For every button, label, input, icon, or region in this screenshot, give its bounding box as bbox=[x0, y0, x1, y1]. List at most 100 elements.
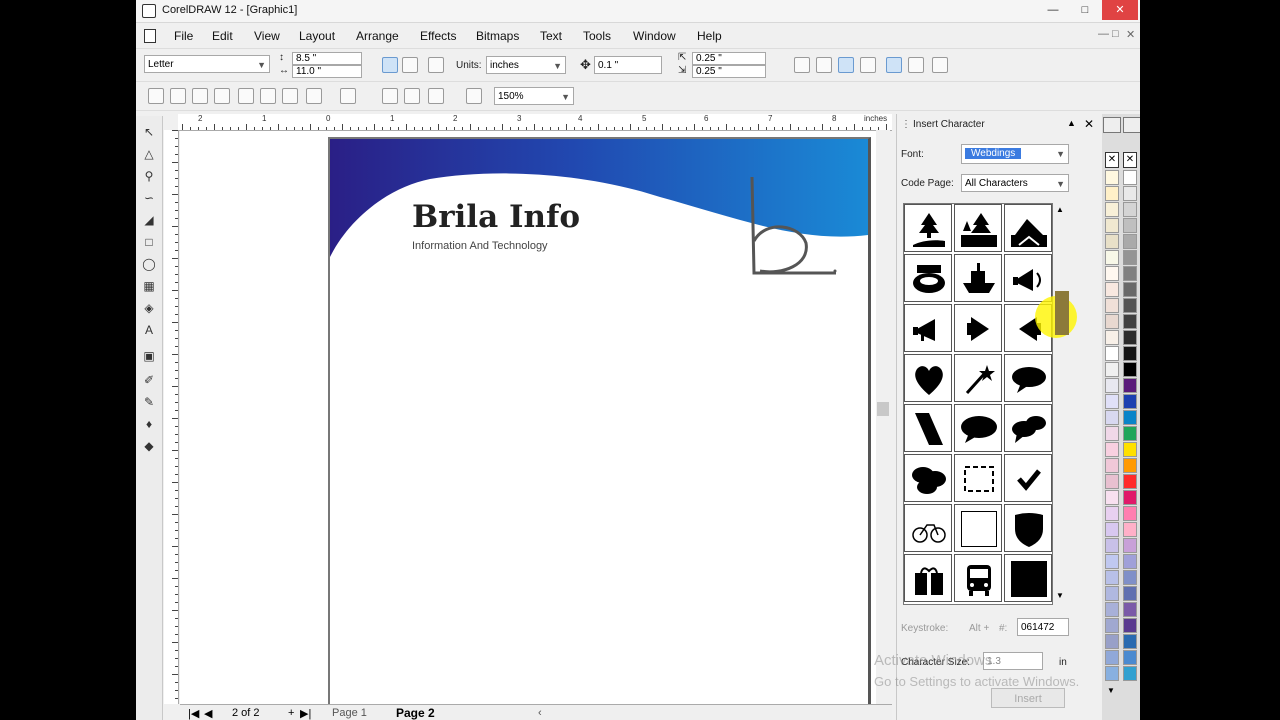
keystroke-input[interactable]: 061472 bbox=[1017, 618, 1069, 636]
megaphone-glyph-icon[interactable] bbox=[904, 304, 952, 352]
vertical-ruler[interactable] bbox=[164, 130, 179, 704]
minimize-button[interactable]: — bbox=[1038, 0, 1068, 20]
drawing-canvas[interactable]: Brila Info Information And Technology bbox=[180, 131, 890, 706]
color-swatch[interactable] bbox=[1123, 218, 1137, 233]
import-icon[interactable] bbox=[382, 88, 398, 104]
app-icon[interactable] bbox=[142, 4, 156, 18]
treat-as-filled-button[interactable] bbox=[794, 57, 810, 73]
color-swatch[interactable] bbox=[1123, 490, 1137, 505]
graph-paper-tool-icon[interactable]: ▦ bbox=[141, 278, 157, 294]
color-swatch[interactable] bbox=[1123, 458, 1137, 473]
color-swatch[interactable] bbox=[1123, 234, 1137, 249]
zoom-select[interactable]: 150% ▼ bbox=[494, 87, 574, 105]
color-swatch[interactable] bbox=[1105, 570, 1119, 585]
previous-page-button[interactable]: ◀ bbox=[204, 707, 212, 720]
scroll-up-icon[interactable]: ▲ bbox=[1056, 205, 1064, 214]
no-fill-swatch[interactable]: ✕ bbox=[1123, 152, 1137, 168]
ship-glyph-icon[interactable] bbox=[954, 254, 1002, 302]
color-swatch[interactable] bbox=[1123, 298, 1137, 313]
no-fill-swatch[interactable]: ✕ bbox=[1105, 152, 1119, 168]
undo-icon[interactable] bbox=[306, 88, 322, 104]
snap-grid-button[interactable] bbox=[816, 57, 832, 73]
color-swatch[interactable] bbox=[1123, 186, 1137, 201]
code-page-select[interactable]: All Characters ▼ bbox=[961, 174, 1069, 192]
basic-shapes-tool-icon[interactable]: ◈ bbox=[141, 300, 157, 316]
page-width-input[interactable]: 8.5 " bbox=[292, 52, 362, 65]
color-swatch[interactable] bbox=[1123, 346, 1137, 361]
color-swatch[interactable] bbox=[1123, 570, 1137, 585]
color-swatch[interactable] bbox=[1105, 554, 1119, 569]
nudge-offset-input[interactable]: 0.1 " bbox=[594, 56, 662, 74]
color-swatch[interactable] bbox=[1105, 234, 1119, 249]
color-swatch[interactable] bbox=[1123, 282, 1137, 297]
rhombus-glyph-icon[interactable] bbox=[904, 404, 952, 452]
color-swatch[interactable] bbox=[1105, 298, 1119, 313]
eyedropper-tool-icon[interactable]: ✐ bbox=[141, 372, 157, 388]
color-swatch[interactable] bbox=[1123, 602, 1137, 617]
tab-page-2[interactable]: Page 2 bbox=[396, 706, 435, 720]
color-swatch[interactable] bbox=[1123, 522, 1137, 537]
next-page-button[interactable]: ▶| bbox=[300, 707, 311, 720]
menu-text[interactable]: Text bbox=[540, 29, 562, 43]
redo-icon[interactable] bbox=[340, 88, 356, 104]
pick-tool-icon[interactable]: ↖ bbox=[141, 124, 157, 140]
palette-menu-icon[interactable] bbox=[1123, 117, 1140, 133]
color-swatch[interactable] bbox=[1123, 426, 1137, 441]
menu-help[interactable]: Help bbox=[697, 29, 722, 43]
interactive-fill-tool-icon[interactable]: ◆ bbox=[141, 438, 157, 454]
color-swatch[interactable] bbox=[1105, 394, 1119, 409]
snap-guidelines-button[interactable] bbox=[838, 57, 854, 73]
mountain-road-glyph-icon[interactable] bbox=[1004, 204, 1052, 252]
palette-menu-icon[interactable] bbox=[1103, 117, 1121, 133]
open-icon[interactable] bbox=[170, 88, 186, 104]
gift-glyph-icon[interactable] bbox=[904, 554, 952, 602]
stadium-glyph-icon[interactable] bbox=[904, 254, 952, 302]
color-swatch[interactable] bbox=[1105, 586, 1119, 601]
doc-restore-button[interactable]: □ bbox=[1112, 28, 1119, 40]
color-swatch[interactable] bbox=[1123, 506, 1137, 521]
first-page-button[interactable]: |◀ bbox=[188, 707, 199, 720]
color-swatch[interactable] bbox=[1105, 490, 1119, 505]
color-swatch[interactable] bbox=[1105, 170, 1119, 185]
menu-edit[interactable]: Edit bbox=[212, 29, 233, 43]
color-swatch[interactable] bbox=[1105, 202, 1119, 217]
color-swatch[interactable] bbox=[1105, 378, 1119, 393]
color-swatch[interactable] bbox=[1123, 410, 1137, 425]
selection-frame-glyph-icon[interactable] bbox=[954, 454, 1002, 502]
bus-front-glyph-icon[interactable] bbox=[954, 554, 1002, 602]
menu-effects[interactable]: Effects bbox=[420, 29, 456, 43]
shape-tool-icon[interactable]: △ bbox=[141, 146, 157, 162]
brand-tagline[interactable]: Information And Technology bbox=[412, 240, 548, 252]
color-swatch[interactable] bbox=[1123, 330, 1137, 345]
page-layout-button[interactable] bbox=[428, 57, 444, 73]
interactive-blend-tool-icon[interactable]: ▣ bbox=[141, 348, 157, 364]
new-icon[interactable] bbox=[148, 88, 164, 104]
color-swatch[interactable] bbox=[1105, 426, 1119, 441]
corel-online-icon[interactable] bbox=[466, 88, 482, 104]
letterhead-page[interactable]: Brila Info Information And Technology bbox=[328, 137, 871, 706]
character-grid[interactable] bbox=[903, 203, 1053, 605]
document-icon[interactable] bbox=[144, 29, 156, 43]
forest-lake-glyph-icon[interactable] bbox=[954, 204, 1002, 252]
maximize-button[interactable]: □ bbox=[1070, 0, 1100, 20]
menu-layout[interactable]: Layout bbox=[299, 29, 335, 43]
color-swatch[interactable] bbox=[1105, 634, 1119, 649]
color-swatch[interactable] bbox=[1105, 618, 1119, 633]
forest-road-glyph-icon[interactable] bbox=[904, 204, 952, 252]
color-swatch[interactable] bbox=[1123, 586, 1137, 601]
color-swatch[interactable] bbox=[1105, 506, 1119, 521]
menu-tools[interactable]: Tools bbox=[583, 29, 611, 43]
align-button[interactable] bbox=[908, 57, 924, 73]
dynamic-guides-button[interactable] bbox=[886, 57, 902, 73]
color-swatch[interactable] bbox=[1105, 266, 1119, 281]
copy-icon[interactable] bbox=[260, 88, 276, 104]
fill-tool-icon[interactable]: ♦ bbox=[141, 416, 157, 432]
insert-button[interactable]: Insert bbox=[991, 688, 1065, 708]
magic-wand-glyph-icon[interactable] bbox=[954, 354, 1002, 402]
scroll-thumb[interactable] bbox=[877, 402, 889, 416]
color-swatch[interactable] bbox=[1123, 666, 1137, 681]
color-swatch[interactable] bbox=[1123, 250, 1137, 265]
color-swatch[interactable] bbox=[1105, 218, 1119, 233]
ellipse-tool-icon[interactable]: ◯ bbox=[141, 256, 157, 272]
paper-type-select[interactable]: Letter ▼ bbox=[144, 55, 270, 73]
